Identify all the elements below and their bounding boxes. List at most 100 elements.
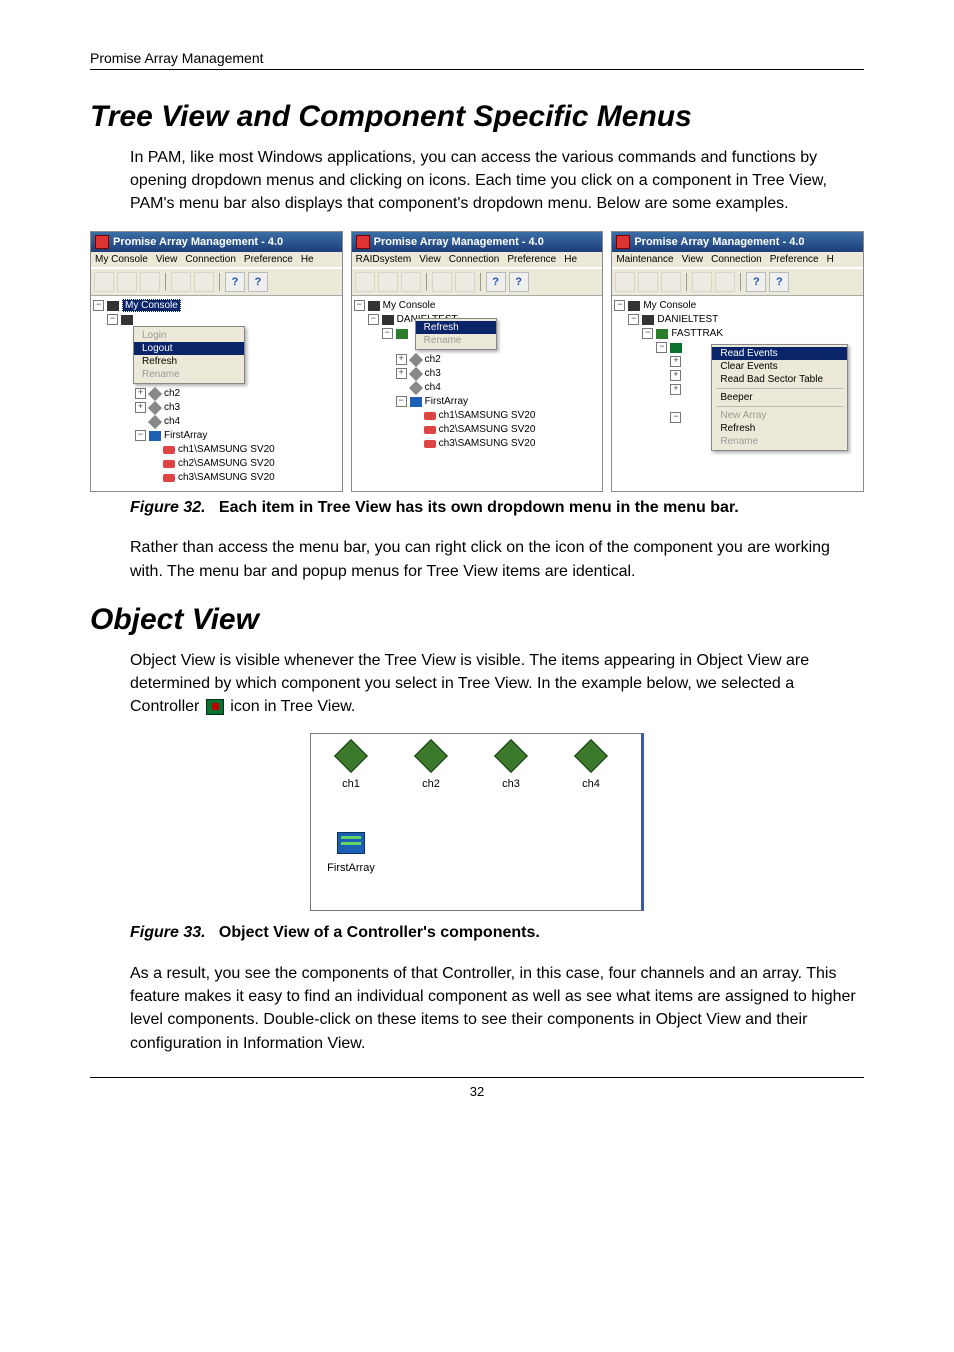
whats-this-button[interactable]: ?: [769, 272, 789, 292]
tree-danieltest[interactable]: DANIELTEST: [657, 314, 718, 325]
figure-text: Object View of a Controller's components…: [219, 924, 540, 941]
toolbar-button[interactable]: [638, 272, 658, 292]
objview-firstarray[interactable]: FirstArray: [311, 822, 391, 910]
menu-login[interactable]: Login: [134, 329, 244, 342]
menu-preference[interactable]: Preference: [244, 254, 293, 265]
tree-firstarray[interactable]: FirstArray: [164, 430, 207, 441]
menu-my-console[interactable]: My Console: [95, 254, 148, 265]
objview-ch4[interactable]: ch4: [551, 734, 631, 822]
tree-firstarray[interactable]: FirstArray: [425, 396, 468, 407]
menu-help[interactable]: He: [564, 254, 577, 265]
titlebar: Promise Array Management - 4.0: [352, 232, 603, 252]
tree-ch3[interactable]: ch3: [164, 402, 180, 413]
label: ch2: [422, 778, 440, 790]
menu-help[interactable]: H: [827, 254, 834, 265]
tree-ch4[interactable]: ch4: [425, 382, 441, 393]
menu-view[interactable]: View: [419, 254, 441, 265]
help-button[interactable]: ?: [225, 272, 245, 292]
figure-33-caption: Figure 33. Object View of a Controller's…: [130, 923, 864, 944]
help-button[interactable]: ?: [486, 272, 506, 292]
drive-icon: [424, 426, 436, 434]
menu-refresh[interactable]: Refresh: [416, 321, 496, 334]
menu-preference[interactable]: Preference: [770, 254, 819, 265]
paragraph-object-result: As a result, you see the components of t…: [130, 962, 864, 1055]
menu-view[interactable]: View: [682, 254, 704, 265]
tree-ch4[interactable]: ch4: [164, 416, 180, 427]
toolbar-button[interactable]: [117, 272, 137, 292]
running-header: Promise Array Management: [90, 50, 864, 70]
menu-help[interactable]: He: [301, 254, 314, 265]
toolbar-button[interactable]: [140, 272, 160, 292]
toolbar-button[interactable]: [692, 272, 712, 292]
menu-connection[interactable]: Connection: [449, 254, 500, 265]
menu-refresh[interactable]: Refresh: [134, 355, 244, 368]
menu-read-bad-sector[interactable]: Read Bad Sector Table: [712, 373, 847, 386]
menubar[interactable]: Maintenance View Connection Preference H: [612, 252, 863, 268]
objview-ch3[interactable]: ch3: [471, 734, 551, 822]
menu-preference[interactable]: Preference: [507, 254, 556, 265]
context-menu[interactable]: Login Logout Refresh Rename: [133, 326, 245, 384]
menu-rename[interactable]: Rename: [134, 368, 244, 381]
toolbar-button[interactable]: [94, 272, 114, 292]
help-button[interactable]: ?: [746, 272, 766, 292]
toolbar-button[interactable]: [355, 272, 375, 292]
whats-this-button[interactable]: ?: [248, 272, 268, 292]
tree-ch3[interactable]: ch3: [425, 368, 441, 379]
menu-rename[interactable]: Rename: [712, 435, 847, 448]
menu-connection[interactable]: Connection: [185, 254, 236, 265]
tree-ch2[interactable]: ch2: [425, 354, 441, 365]
menubar[interactable]: RAIDsystem View Connection Preference He: [352, 252, 603, 268]
menu-raidsystem[interactable]: RAIDsystem: [356, 254, 412, 265]
figure-32: Promise Array Management - 4.0 My Consol…: [90, 231, 864, 492]
channel-icon: [334, 739, 368, 773]
title-text: Promise Array Management - 4.0: [374, 236, 544, 248]
tree-my-console[interactable]: My Console: [122, 299, 181, 312]
menu-view[interactable]: View: [156, 254, 178, 265]
menu-clear-events[interactable]: Clear Events: [712, 360, 847, 373]
tree-view[interactable]: −My Console −DANIELTEST −FASTTRAK − + + …: [612, 296, 863, 491]
tree-my-console[interactable]: My Console: [643, 300, 696, 311]
context-menu[interactable]: Refresh Rename: [415, 318, 497, 350]
toolbar-button[interactable]: [661, 272, 681, 292]
menu-logout[interactable]: Logout: [134, 342, 244, 355]
tree-drv2[interactable]: ch2\SAMSUNG SV20: [439, 424, 536, 435]
tree-drv3[interactable]: ch3\SAMSUNG SV20: [439, 438, 536, 449]
whats-this-button[interactable]: ?: [509, 272, 529, 292]
tree-view[interactable]: −My Console − Login Logout Refresh Renam…: [91, 296, 342, 491]
tree-drv2[interactable]: ch2\SAMSUNG SV20: [178, 458, 275, 469]
toolbar-button[interactable]: [378, 272, 398, 292]
objview-ch1[interactable]: ch1: [311, 734, 391, 822]
toolbar-button[interactable]: [715, 272, 735, 292]
channel-icon: [409, 366, 423, 380]
separator: [480, 273, 481, 291]
toolbar-button[interactable]: [401, 272, 421, 292]
separator: [740, 273, 741, 291]
server-icon: [121, 315, 133, 325]
app-icon: [95, 235, 109, 249]
tree-ch2[interactable]: ch2: [164, 388, 180, 399]
menu-new-array[interactable]: New Array: [712, 409, 847, 422]
tree-view[interactable]: −My Console −DANIELTEST − Refresh Rename…: [352, 296, 603, 491]
toolbar-button[interactable]: [455, 272, 475, 292]
toolbar-button[interactable]: [432, 272, 452, 292]
toolbar-button[interactable]: [194, 272, 214, 292]
tree-drv1[interactable]: ch1\SAMSUNG SV20: [178, 444, 275, 455]
array-icon: [149, 431, 161, 441]
tree-fasttrak[interactable]: FASTTRAK: [671, 328, 723, 339]
menu-refresh[interactable]: Refresh: [712, 422, 847, 435]
controller-icon: [206, 699, 224, 715]
objview-ch2[interactable]: ch2: [391, 734, 471, 822]
menu-maintenance[interactable]: Maintenance: [616, 254, 673, 265]
context-menu[interactable]: Read Events Clear Events Read Bad Sector…: [711, 344, 848, 451]
menu-beeper[interactable]: Beeper: [712, 391, 847, 404]
tree-my-console[interactable]: My Console: [383, 300, 436, 311]
array-icon: [337, 832, 365, 854]
menu-rename[interactable]: Rename: [416, 334, 496, 347]
menu-connection[interactable]: Connection: [711, 254, 762, 265]
toolbar-button[interactable]: [615, 272, 635, 292]
menubar[interactable]: My Console View Connection Preference He: [91, 252, 342, 268]
tree-drv1[interactable]: ch1\SAMSUNG SV20: [439, 410, 536, 421]
menu-read-events[interactable]: Read Events: [712, 347, 847, 360]
toolbar-button[interactable]: [171, 272, 191, 292]
tree-drv3[interactable]: ch3\SAMSUNG SV20: [178, 472, 275, 483]
